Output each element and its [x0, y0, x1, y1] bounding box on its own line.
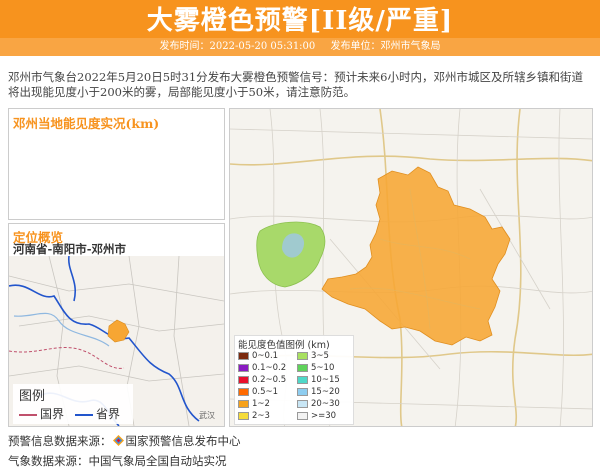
vis-legend-item: 0.2~0.5	[238, 375, 286, 385]
warning-meta: 发布时间：2022-05-20 05:31:00 发布单位：邓州市气象局	[0, 38, 600, 56]
vis-swatch	[238, 375, 249, 384]
vis-legend-item: 2~3	[238, 411, 270, 421]
vis-swatch	[297, 399, 308, 408]
warning-source[interactable]: 国家预警信息发布中心	[126, 434, 241, 448]
warning-notice: 邓州市气象台2022年5月20日5时31分发布大雾橙色预警信号：预计未来6小时内…	[8, 70, 583, 99]
wuhan-label: 武汉	[199, 410, 215, 420]
visibility-legend: 能见度色值图例 (km) 0~0.1 0.1~0.2 0.2~0.5 0.5~1…	[234, 335, 354, 425]
vis-legend-item: 20~30	[297, 399, 340, 409]
vis-legend-item: 0.5~1	[238, 387, 278, 397]
visibility-legend-title: 能见度色值图例 (km)	[238, 340, 330, 351]
national-border-swatch	[19, 413, 37, 416]
vis-swatch	[297, 387, 308, 396]
vis-swatch	[238, 411, 249, 420]
warning-center-logo-icon	[112, 435, 124, 446]
issuer: 发布单位：邓州市气象局	[330, 41, 441, 52]
province-border-label: 省界	[96, 407, 121, 421]
legend-province-border: 省界	[75, 405, 120, 422]
legend-national-border: 国界	[19, 405, 64, 422]
vis-legend-item: 3~5	[297, 351, 329, 361]
issue-time: 发布时间：2022-05-20 05:31:00	[159, 41, 316, 52]
vis-swatch	[297, 375, 308, 384]
vis-legend-item: 0~0.1	[238, 351, 278, 361]
weather-source-line: 气象数据来源：中国气象局全国自动站实况	[8, 453, 227, 469]
map-legend-title: 图例	[19, 389, 46, 404]
province-border-swatch	[75, 413, 93, 416]
warning-title: 大雾橙色预警[II级/严重]	[146, 6, 454, 36]
warning-source-line: 预警信息数据来源： 国家预警信息发布中心	[8, 433, 241, 449]
weather-source: 中国气象局全国自动站实况	[88, 454, 227, 468]
vis-swatch	[297, 411, 308, 420]
vis-swatch	[297, 351, 308, 360]
map-legend: 图例 国界 省界	[13, 384, 133, 424]
location-panel: 定位概览 河南省-南阳市-邓州市 武汉 图例 国界 省界	[8, 223, 225, 427]
warning-source-label: 预警信息数据来源：	[8, 434, 112, 448]
vis-swatch	[297, 363, 308, 372]
vis-swatch	[238, 363, 249, 372]
warning-header: 大雾橙色预警[II级/严重] 发布时间：2022-05-20 05:31:00 …	[0, 0, 600, 56]
vis-swatch	[238, 351, 249, 360]
vis-swatch	[238, 387, 249, 396]
national-border-label: 国界	[40, 407, 65, 421]
vis-legend-item: 1~2	[238, 399, 270, 409]
weather-source-label: 气象数据来源：	[8, 454, 89, 468]
vis-legend-item: 5~10	[297, 363, 334, 373]
warning-map[interactable]: 能见度色值图例 (km) 0~0.1 0.1~0.2 0.2~0.5 0.5~1…	[229, 108, 593, 427]
vis-legend-item: 10~15	[297, 375, 340, 385]
location-path: 河南省-南阳市-邓州市	[13, 242, 127, 256]
vis-legend-item: 15~20	[297, 387, 340, 397]
vis-swatch	[238, 399, 249, 408]
visibility-panel: 邓州当地能见度实况(km)	[8, 108, 225, 220]
visibility-panel-title: 邓州当地能见度实况(km)	[13, 116, 160, 131]
vis-legend-item: >=30	[297, 411, 336, 421]
vis-legend-item: 0.1~0.2	[238, 363, 286, 373]
